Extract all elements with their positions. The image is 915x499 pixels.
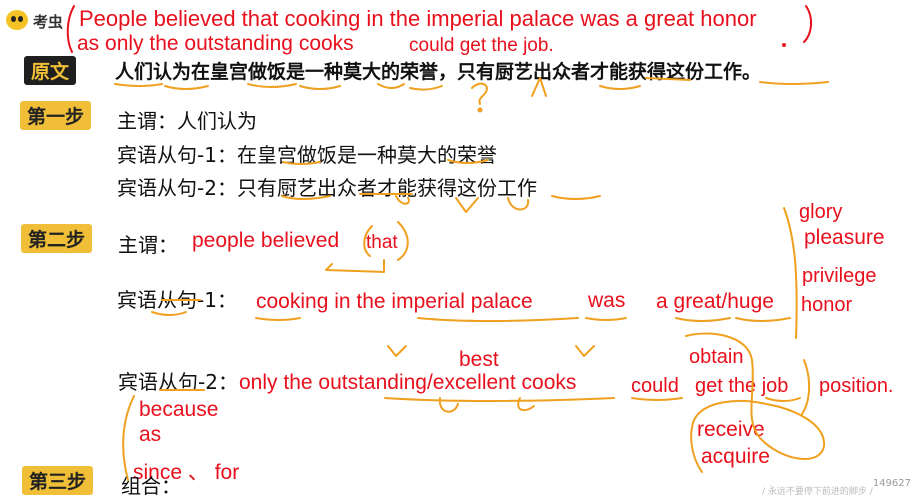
ink-underline-rongyu <box>409 85 443 91</box>
ink-question-top <box>471 82 488 105</box>
ink-c1-under-was <box>585 317 627 321</box>
ink-c2-left-bracket <box>122 395 135 481</box>
ink-underline-zhe <box>645 77 691 81</box>
ink-question-dot <box>477 107 483 113</box>
ink-c2-brace <box>801 359 810 415</box>
ink-that-paren-left <box>363 225 373 257</box>
ink-step1-under-a <box>282 161 321 165</box>
ink-step1-loop-2 <box>507 197 530 211</box>
ink-underline-renmen <box>114 83 163 87</box>
ink-annotations <box>66 5 829 481</box>
ink-c1-under-huge <box>735 317 791 322</box>
ink-c1-under-yu <box>151 311 187 316</box>
ink-underline-chuyi <box>599 85 641 90</box>
ink-underline-huanggong <box>247 83 297 88</box>
ink-step1-v <box>455 197 479 213</box>
ink-caret <box>531 77 547 97</box>
ink-arrow-down <box>325 259 385 273</box>
ink-step1-under-b <box>447 159 489 164</box>
ink-c2-under <box>384 397 615 402</box>
ink-underline-gongzuo <box>759 81 829 85</box>
ink-c1-under-cooking <box>255 317 301 321</box>
ink-c2-under-job <box>765 397 801 402</box>
ink-step1-under-e <box>551 195 601 200</box>
ink-red-dot <box>782 43 786 47</box>
ink-that-paren-right <box>397 221 409 261</box>
ink-step1-under-c <box>281 195 331 200</box>
ink-c1-under-great <box>675 317 731 322</box>
ink-red-paren-left <box>66 5 75 53</box>
ink-underline-renwei <box>164 85 209 90</box>
ink-underline-zuofan <box>299 85 341 90</box>
ink-c2-big-loop <box>685 332 826 473</box>
ink-step1-loop-1 <box>395 195 410 205</box>
ink-c2-under-could <box>631 397 683 401</box>
ink-c2-v-1 <box>387 345 407 357</box>
ink-c1-under-palace <box>417 317 579 322</box>
ink-c2-v-2 <box>575 345 595 357</box>
ink-red-paren-right <box>803 5 812 43</box>
ink-underline-mo <box>377 83 405 89</box>
